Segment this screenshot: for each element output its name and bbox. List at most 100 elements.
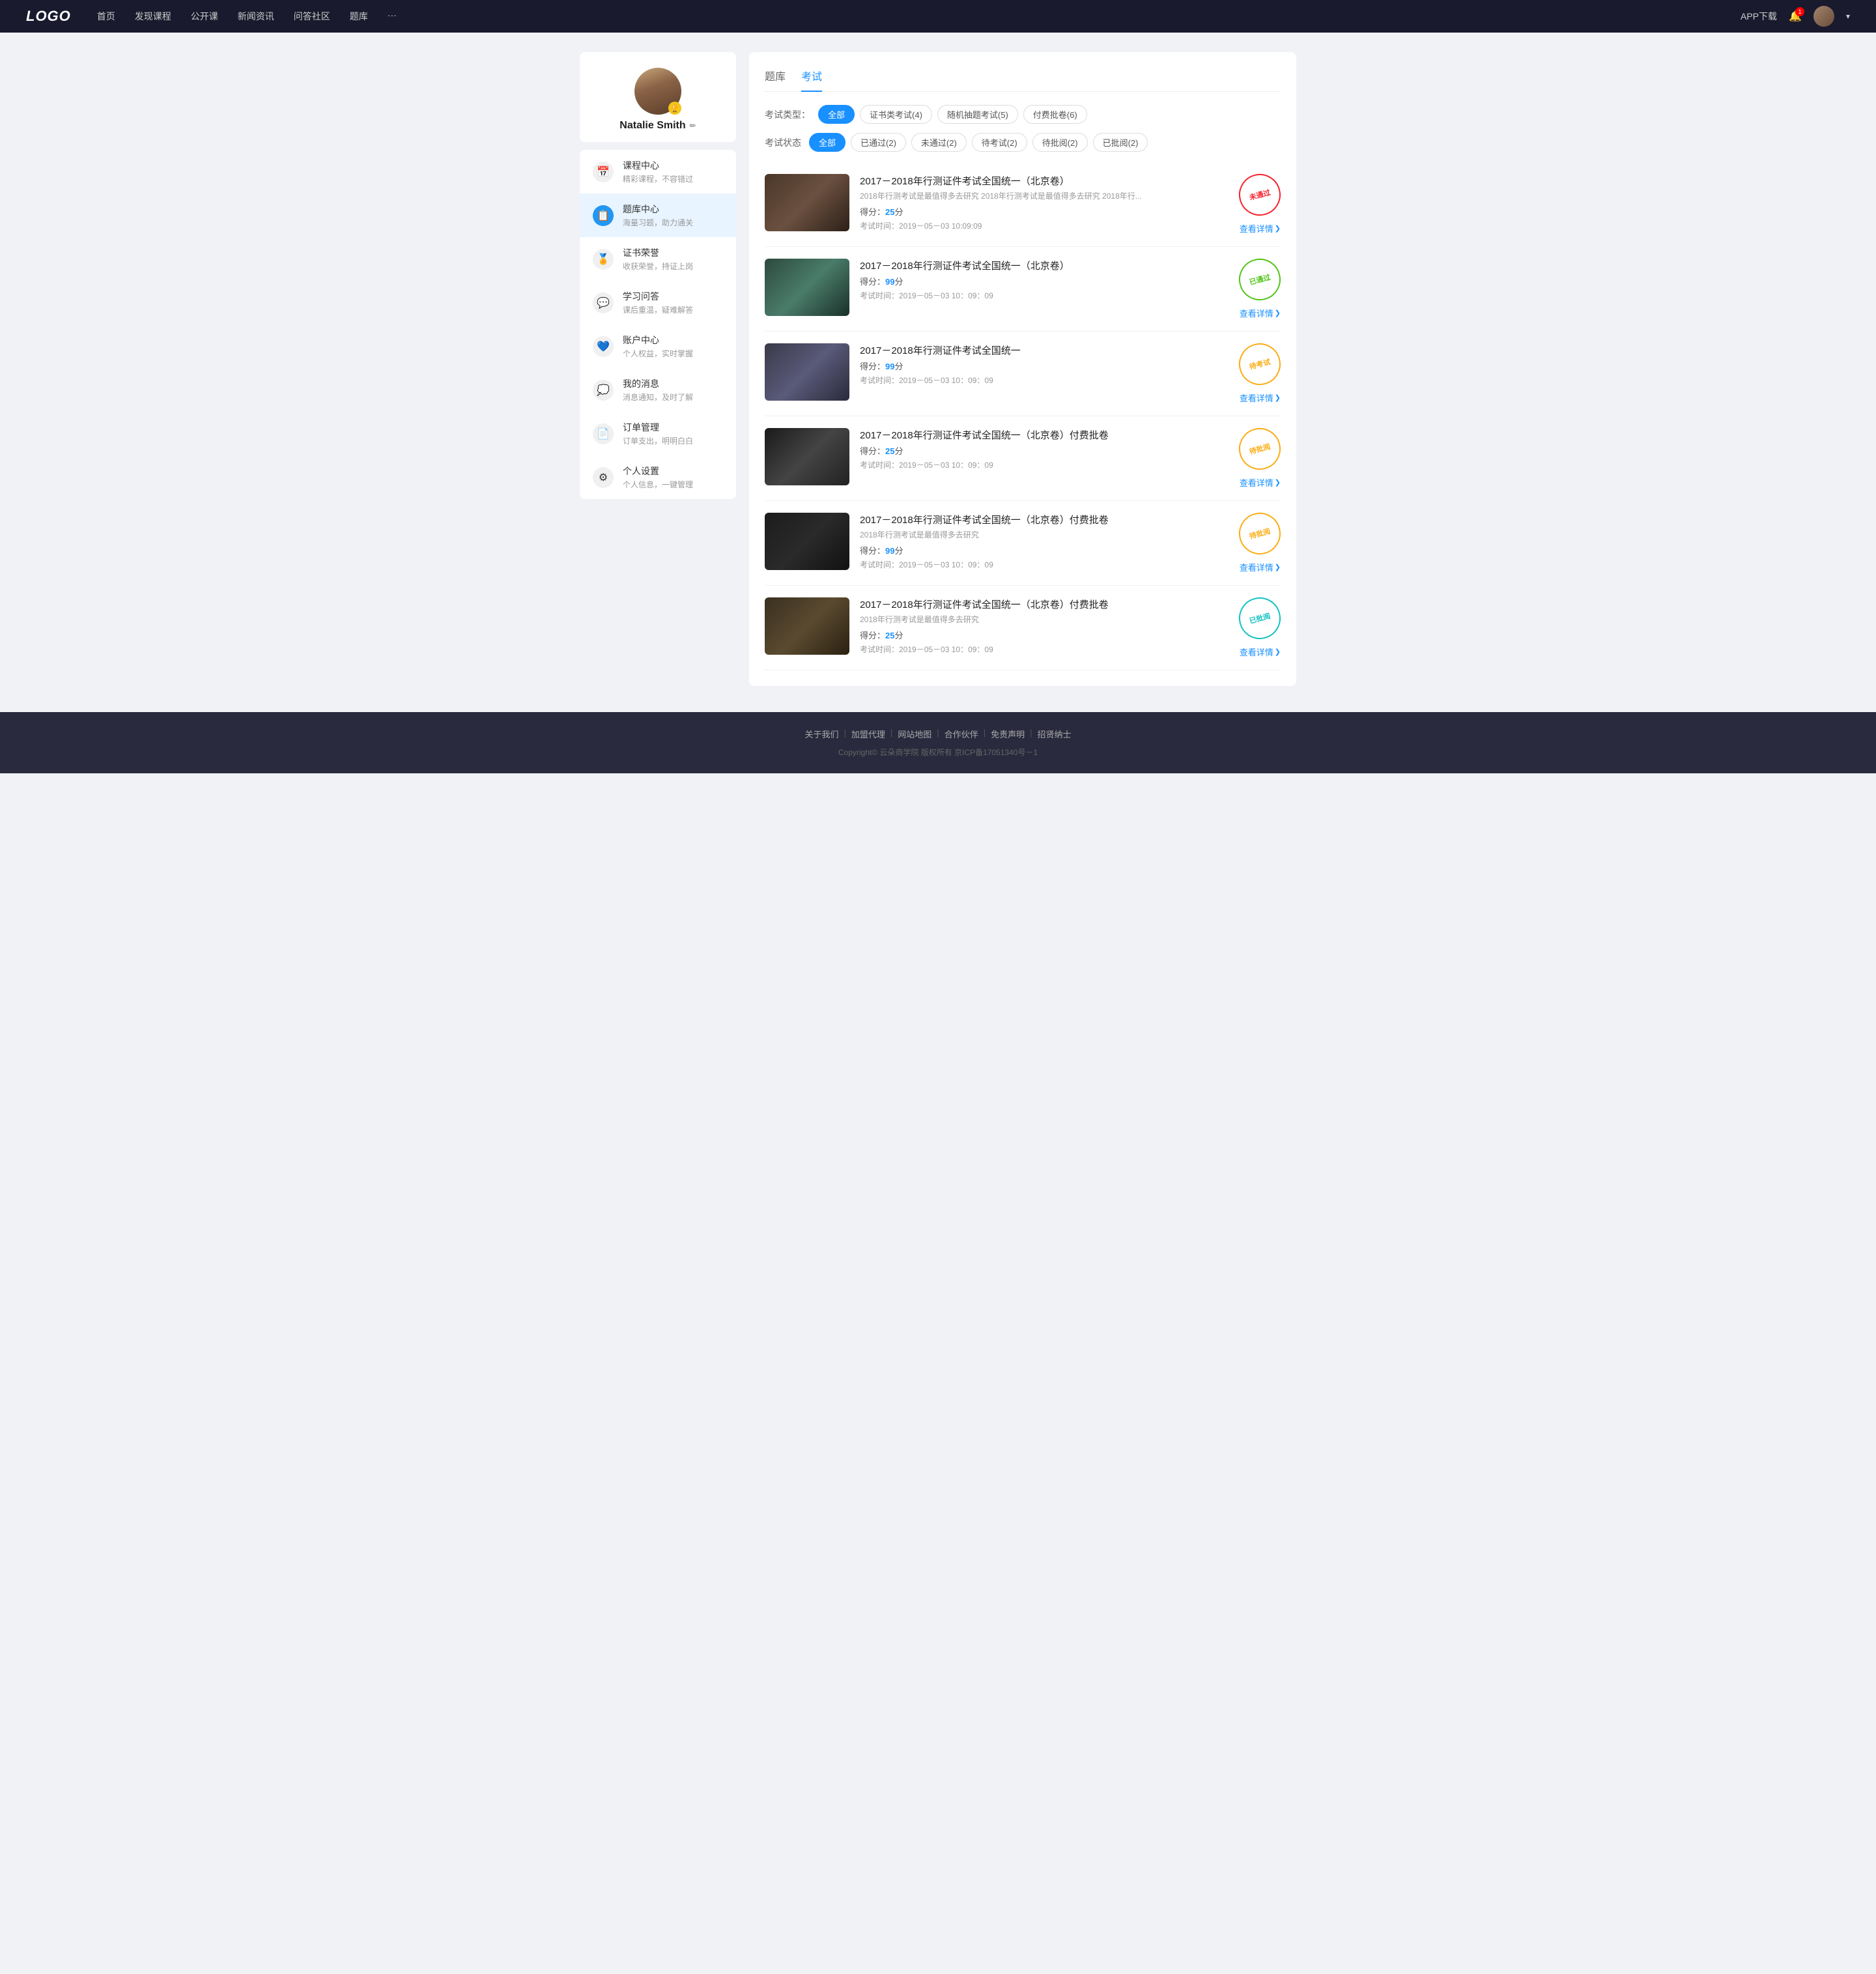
exam-title: 2017－2018年行测证件考试全国统一 [860, 343, 1205, 357]
sidebar-item-我的消息[interactable]: 💭 我的消息 消息通知，及时了解 [580, 368, 736, 412]
sidebar-item-学习问答[interactable]: 💬 学习问答 课后重温，疑难解答 [580, 281, 736, 324]
exam-item: 2017－2018年行测证件考试全国统一（北京卷） 2018年行测考试是最值得多… [765, 162, 1281, 247]
filter-type-label: 考试类型： [765, 108, 810, 121]
menu-text: 我的消息 消息通知，及时了解 [623, 377, 723, 403]
menu-icon: 🏅 [593, 249, 614, 270]
menu-subtitle: 精彩课程，不容错过 [623, 173, 723, 184]
exam-score: 得分：25分 [860, 205, 1205, 218]
nav-link[interactable]: 发现课程 [135, 10, 171, 23]
nav-link[interactable]: 首页 [97, 10, 115, 23]
menu-text: 订单管理 订单支出，明明白白 [623, 421, 723, 446]
nav-link[interactable]: 公开课 [191, 10, 218, 23]
sidebar-item-个人设置[interactable]: ⚙ 个人设置 个人信息，一键管理 [580, 455, 736, 499]
exam-status-stamp: 待批阅 [1234, 423, 1285, 474]
filter-status-btn-已通过(2)[interactable]: 已通过(2) [851, 133, 906, 152]
menu-text: 学习问答 课后重温，疑难解答 [623, 290, 723, 315]
footer-link-招贤纳士[interactable]: 招贤纳士 [1038, 728, 1072, 740]
tab-题库[interactable]: 题库 [765, 68, 786, 91]
detail-link[interactable]: 查看详情 [1240, 222, 1281, 235]
menu-subtitle: 收获荣誉，持证上岗 [623, 261, 723, 272]
exam-list: 2017－2018年行测证件考试全国统一（北京卷） 2018年行测考试是最值得多… [765, 162, 1281, 670]
menu-text: 证书荣誉 收获荣誉，持证上岗 [623, 246, 723, 272]
footer-link-关于我们[interactable]: 关于我们 [804, 728, 838, 740]
exam-action: 待批阅 查看详情 [1215, 513, 1281, 573]
sidebar-item-证书荣誉[interactable]: 🏅 证书荣誉 收获荣誉，持证上岗 [580, 237, 736, 281]
exam-info: 2017－2018年行测证件考试全国统一（北京卷） 得分：99分 考试时间：20… [860, 259, 1205, 301]
avatar[interactable] [1813, 6, 1834, 27]
nav-link[interactable]: 题库 [350, 10, 368, 23]
menu-icon: ⚙ [593, 467, 614, 488]
detail-link[interactable]: 查看详情 [1240, 646, 1281, 658]
menu-subtitle: 海量习题，助力通关 [623, 217, 723, 228]
footer-link-合作伙伴[interactable]: 合作伙伴 [945, 728, 978, 740]
detail-link[interactable]: 查看详情 [1240, 476, 1281, 489]
menu-text: 账户中心 个人权益，实时掌握 [623, 334, 723, 359]
filter-status-label: 考试状态 [765, 136, 801, 149]
filter-type-btn-全部[interactable]: 全部 [818, 105, 855, 124]
sidebar-item-订单管理[interactable]: 📄 订单管理 订单支出，明明白白 [580, 412, 736, 455]
menu-title: 账户中心 [623, 334, 723, 347]
profile-name-text: Natalie Smith [619, 120, 685, 132]
menu-subtitle: 个人信息，一键管理 [623, 479, 723, 490]
exam-title: 2017－2018年行测证件考试全国统一（北京卷） [860, 259, 1205, 272]
detail-link[interactable]: 查看详情 [1240, 561, 1281, 573]
sidebar-item-题库中心[interactable]: 📋 题库中心 海量习题，助力通关 [580, 193, 736, 237]
menu-title: 我的消息 [623, 377, 723, 390]
menu-icon: 📅 [593, 162, 614, 182]
filter-status-btn-待考试(2)[interactable]: 待考试(2) [972, 133, 1027, 152]
content-area: 题库考试 考试类型： 全部证书类考试(4) 随机抽题考试(5) 付费批卷(6) 考试… [749, 52, 1296, 686]
exam-time: 考试时间：2019－05－03 10：09：09 [860, 459, 1205, 470]
filter-status-btn-未通过(2)[interactable]: 未通过(2) [911, 133, 967, 152]
detail-link[interactable]: 查看详情 [1240, 307, 1281, 319]
bell-icon[interactable]: 1 [1789, 10, 1802, 23]
nav-link[interactable]: 新闻资讯 [238, 10, 274, 23]
exam-status-stamp: 未通过 [1234, 169, 1285, 220]
nav-link[interactable]: 问答社区 [294, 10, 330, 23]
menu-subtitle: 消息通知，及时了解 [623, 392, 723, 403]
exam-thumbnail [765, 174, 849, 231]
filter-status-btn-待批阅(2)[interactable]: 待批阅(2) [1032, 133, 1088, 152]
sidebar: 🏆 Natalie Smith ✏ 📅 课程中心 精彩课程，不容错过 📋 题库中… [580, 52, 736, 686]
filter-type-btn-证书类考试(4)[interactable]: 证书类考试(4) [860, 105, 932, 124]
footer-link-加盟代理[interactable]: 加盟代理 [851, 728, 885, 740]
exam-score: 得分：25分 [860, 444, 1205, 457]
footer-separator: | [1030, 728, 1032, 740]
footer-link-网站地图[interactable]: 网站地图 [898, 728, 931, 740]
exam-thumbnail [765, 343, 849, 401]
exam-action: 待批阅 查看详情 [1215, 428, 1281, 489]
sidebar-item-账户中心[interactable]: 💙 账户中心 个人权益，实时掌握 [580, 324, 736, 368]
footer: 关于我们|加盟代理|网站地图|合作伙伴|免责声明|招贤纳士 Copyright©… [0, 712, 1876, 773]
menu-title: 个人设置 [623, 465, 723, 478]
exam-item: 2017－2018年行测证件考试全国统一（北京卷）付费批卷 2018年行测考试是… [765, 586, 1281, 670]
chevron-down-icon[interactable]: ▾ [1846, 12, 1850, 21]
sidebar-menu: 📅 课程中心 精彩课程，不容错过 📋 题库中心 海量习题，助力通关 🏅 证书荣誉… [580, 150, 736, 499]
exam-desc: 2018年行测考试是最值得多去研究 [860, 614, 1205, 625]
filter-status-btn-已批阅(2)[interactable]: 已批阅(2) [1093, 133, 1148, 152]
exam-item: 2017－2018年行测证件考试全国统一（北京卷） 得分：99分 考试时间：20… [765, 247, 1281, 332]
footer-link-免责声明[interactable]: 免责声明 [991, 728, 1025, 740]
exam-title: 2017－2018年行测证件考试全国统一（北京卷） [860, 174, 1205, 188]
menu-icon: 💭 [593, 380, 614, 401]
exam-thumb-image [765, 428, 849, 485]
menu-title: 学习问答 [623, 290, 723, 303]
exam-action: 待考试 查看详情 [1215, 343, 1281, 404]
app-download[interactable]: APP下载 [1741, 10, 1777, 23]
profile-edit-icon[interactable]: ✏ [690, 121, 696, 130]
exam-thumb-image [765, 343, 849, 401]
menu-icon: 💙 [593, 336, 614, 357]
menu-icon: 📄 [593, 423, 614, 444]
filter-type-row: 考试类型： 全部证书类考试(4) 随机抽题考试(5) 付费批卷(6) [765, 105, 1281, 124]
filter-type-btn-付费批卷(6)[interactable]: 付费批卷(6) [1023, 105, 1087, 124]
filter-status-btn-全部[interactable]: 全部 [809, 133, 846, 152]
footer-separator: | [844, 728, 846, 740]
sidebar-item-课程中心[interactable]: 📅 课程中心 精彩课程，不容错过 [580, 150, 736, 193]
nav-link[interactable]: ··· [388, 10, 397, 23]
detail-link[interactable]: 查看详情 [1240, 392, 1281, 404]
exam-status-stamp: 已批阅 [1234, 593, 1285, 644]
exam-thumb-image [765, 259, 849, 316]
footer-separator: | [984, 728, 986, 740]
filter-type-btn-随机抽题考试(5)[interactable]: 随机抽题考试(5) [937, 105, 1018, 124]
filter-status-row: 考试状态 全部已通过(2) 未通过(2) 待考试(2) 待批阅(2) 已批阅(2) [765, 133, 1281, 152]
tab-考试[interactable]: 考试 [801, 68, 822, 91]
menu-text: 题库中心 海量习题，助力通关 [623, 203, 723, 228]
